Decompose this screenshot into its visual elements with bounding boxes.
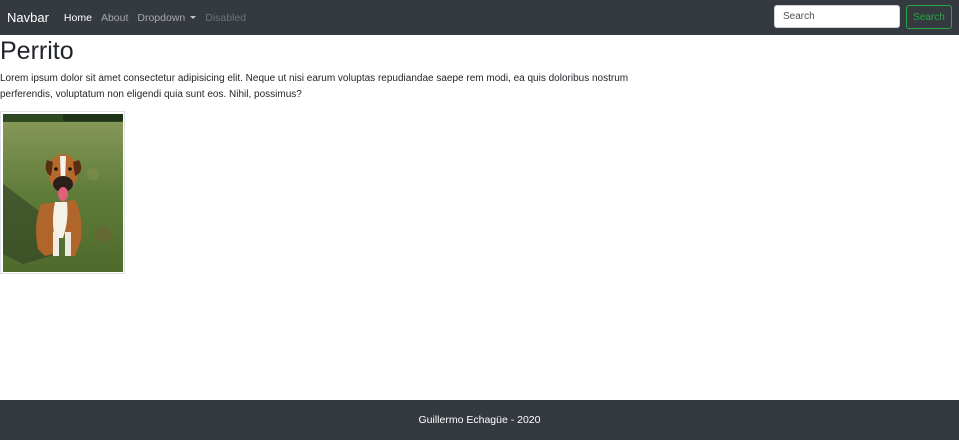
page-footer: Guillermo Echagüe - 2020 [0, 400, 959, 440]
search-input[interactable] [774, 5, 900, 28]
nav-link-disabled: Disabled [205, 11, 247, 24]
intro-paragraph: Lorem ipsum dolor sit amet consectetur a… [0, 73, 629, 100]
page-title: Perrito [0, 37, 74, 65]
dropdown-label: Dropdown [137, 11, 186, 24]
dog-photo [0, 111, 125, 274]
nav-link-dropdown[interactable]: Dropdown [137, 11, 197, 24]
top-navbar: Navbar Home About Dropdown Disabled Sear… [0, 0, 959, 35]
footer-credit: Guillermo Echagüe - 2020 [418, 414, 541, 426]
caret-down-icon [190, 15, 197, 19]
navbar-brand[interactable]: Navbar [7, 10, 49, 25]
boxer-dog-image [3, 114, 123, 272]
search-button[interactable]: Search [906, 5, 952, 29]
nav-link-about[interactable]: About [101, 12, 128, 24]
nav-link-home[interactable]: Home [64, 12, 92, 24]
